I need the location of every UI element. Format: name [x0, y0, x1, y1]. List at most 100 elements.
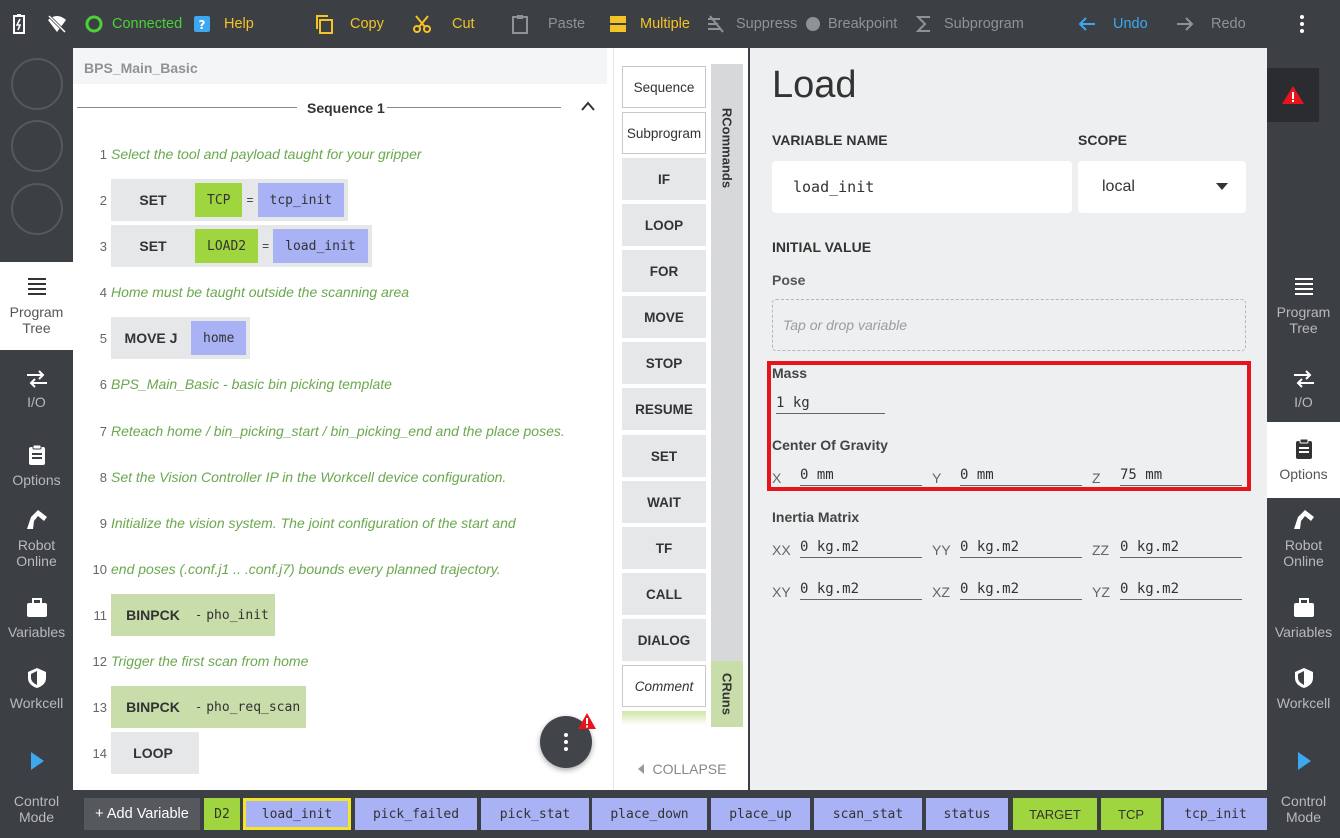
nav-options[interactable]: Options — [0, 426, 73, 506]
program-line[interactable]: 1 Select the tool and payload taught for… — [73, 131, 603, 177]
variable-chip[interactable]: pick_stat — [481, 798, 589, 830]
program-line[interactable]: 12 Trigger the first scan from home — [73, 638, 603, 684]
inertia-yz-input[interactable]: YZ 0 kg.m2 — [1092, 578, 1242, 600]
program-line[interactable]: 7 Reteach home / bin_picking_start / bin… — [73, 408, 603, 454]
variable-chip[interactable]: place_down — [592, 798, 707, 830]
move-block[interactable]: MOVE J home — [111, 317, 251, 359]
chevron-up-icon[interactable] — [581, 101, 595, 111]
cmd-move[interactable]: MOVE — [622, 296, 706, 338]
divider — [77, 107, 297, 108]
tab-rcommands[interactable]: RCommands — [711, 64, 743, 661]
inertia-yy-input[interactable]: YY 0 kg.m2 — [932, 536, 1082, 558]
nav-io[interactable]: I/O — [0, 350, 73, 430]
nav-variables[interactable]: Variables — [0, 584, 73, 654]
cog-y-input[interactable]: Y 0 mm — [932, 464, 1082, 486]
cmd-sequence[interactable]: Sequence — [622, 66, 706, 108]
cmd-loop[interactable]: LOOP — [622, 204, 706, 246]
cmd-tf[interactable]: TF — [622, 527, 706, 569]
variable-chip[interactable]: LOAD2 — [195, 229, 259, 263]
tab-cruns[interactable]: CRuns — [711, 661, 743, 727]
help-button[interactable]: ? Help — [192, 0, 254, 48]
variable-chip[interactable]: TCP — [1101, 798, 1161, 830]
more-menu-icon[interactable] — [1296, 0, 1308, 48]
cog-z-input[interactable]: Z 75 mm — [1092, 464, 1242, 486]
program-line[interactable]: 10 end poses (.conf.j1 .. .conf.j7) boun… — [73, 546, 603, 592]
variable-chip[interactable]: place_up — [711, 798, 810, 830]
cmd-dialog[interactable]: DIALOG — [622, 619, 706, 661]
cmd-comment[interactable]: Comment — [622, 665, 706, 707]
program-line[interactable]: 2 SET TCP = tcp_init — [73, 177, 603, 223]
subprogram-button[interactable]: Subprogram — [914, 0, 1024, 48]
scope-select[interactable]: local — [1078, 161, 1246, 213]
variable-chip[interactable]: D2 — [204, 798, 240, 830]
nav-program-tree[interactable]: Program Tree — [1267, 262, 1340, 350]
nav-control-mode[interactable]: Control Mode — [1267, 738, 1340, 838]
suppress-button[interactable]: Suppress — [706, 0, 797, 48]
variable-chip[interactable]: scan_stat — [814, 798, 922, 830]
cut-button[interactable]: Cut — [412, 0, 475, 48]
inertia-xx-input[interactable]: XX 0 kg.m2 — [772, 536, 922, 558]
set-block[interactable]: SET LOAD2 = load_init — [111, 225, 372, 267]
nav-workcell[interactable]: Workcell — [0, 654, 73, 724]
nav-io[interactable]: I/O — [1267, 350, 1340, 430]
connection-status[interactable]: Connected — [84, 0, 182, 48]
nav-options[interactable]: Options — [1267, 422, 1340, 498]
cog-x-input[interactable]: X 0 mm — [772, 464, 922, 486]
status-indicator — [11, 58, 63, 110]
inertia-zz-input[interactable]: ZZ 0 kg.m2 — [1092, 536, 1242, 558]
redo-button[interactable]: Redo — [1175, 0, 1246, 48]
nav-workcell[interactable]: Workcell — [1267, 654, 1340, 724]
play-icon — [30, 752, 44, 770]
sequence-header[interactable]: Sequence 1 — [77, 98, 597, 118]
set-block[interactable]: SET TCP = tcp_init — [111, 179, 349, 221]
variable-chip[interactable]: tcp_init — [257, 183, 345, 217]
nav-control-mode[interactable]: Control Mode — [0, 738, 73, 838]
nav-robot-online[interactable]: Robot Online — [0, 498, 73, 578]
cmd-resume[interactable]: RESUME — [622, 388, 706, 430]
mass-input[interactable]: 1 kg — [776, 392, 885, 414]
variable-chip[interactable]: pick_failed — [355, 798, 477, 830]
program-line[interactable]: 4 Home must be taught outside the scanni… — [73, 269, 603, 315]
variable-chip[interactable]: TARGET — [1013, 798, 1097, 830]
variable-chip[interactable]: load_init — [243, 798, 351, 830]
breakpoint-button[interactable]: Breakpoint — [806, 0, 897, 48]
cmd-call[interactable]: CALL — [622, 573, 706, 615]
inertia-xz-input[interactable]: XZ 0 kg.m2 — [932, 578, 1082, 600]
cmd-subprogram[interactable]: Subprogram — [622, 112, 706, 154]
program-line[interactable]: 11 BINPCK - pho_init — [73, 592, 603, 638]
program-line[interactable]: 9 Initialize the vision system. The join… — [73, 500, 603, 546]
variable-chip[interactable]: status — [926, 798, 1008, 830]
nav-variables[interactable]: Variables — [1267, 584, 1340, 654]
cmd-if[interactable]: IF — [622, 158, 706, 200]
add-variable-button[interactable]: + Add Variable — [84, 798, 200, 830]
variable-chip[interactable]: load_init — [273, 229, 368, 263]
multiple-button[interactable]: Multiple — [608, 0, 690, 48]
copy-button[interactable]: Copy — [314, 0, 384, 48]
program-line[interactable]: 5 MOVE J home — [73, 315, 603, 361]
program-line[interactable]: 13 BINPCK - pho_req_scan — [73, 684, 603, 730]
nav-program-tree[interactable]: Program Tree — [0, 262, 73, 350]
program-line[interactable]: 3 SET LOAD2 = load_init — [73, 223, 603, 269]
alert-button[interactable] — [1267, 68, 1319, 122]
loop-block[interactable]: LOOP — [111, 732, 199, 774]
variable-name-input[interactable]: load_init — [772, 161, 1072, 213]
collapse-button[interactable]: COLLAPSE — [614, 748, 749, 790]
variable-chip[interactable]: TCP — [195, 183, 243, 217]
variable-chip[interactable]: tcp_init — [1164, 798, 1267, 830]
variable-chip[interactable]: home — [191, 321, 247, 355]
cmd-wait[interactable]: WAIT — [622, 481, 706, 523]
cmd-for[interactable]: FOR — [622, 250, 706, 292]
program-line[interactable]: 8 Set the Vision Controller IP in the Wo… — [73, 454, 603, 500]
paste-button[interactable]: Paste — [510, 0, 585, 48]
undo-button[interactable]: Undo — [1077, 0, 1148, 48]
cmd-stop[interactable]: STOP — [622, 342, 706, 384]
cmd-set[interactable]: SET — [622, 435, 706, 477]
program-line[interactable]: 14 LOOP — [73, 730, 603, 776]
inertia-xy-input[interactable]: XY 0 kg.m2 — [772, 578, 922, 600]
program-line[interactable]: 6 BPS_Main_Basic - basic bin picking tem… — [73, 361, 603, 407]
nav-robot-online[interactable]: Robot Online — [1267, 498, 1340, 578]
binpck-block[interactable]: BINPCK - pho_req_scan — [111, 686, 307, 728]
binpck-block[interactable]: BINPCK - pho_init — [111, 594, 275, 636]
pose-drop-zone[interactable]: Tap or drop variable — [772, 299, 1246, 351]
robot-arm-icon — [26, 510, 47, 529]
